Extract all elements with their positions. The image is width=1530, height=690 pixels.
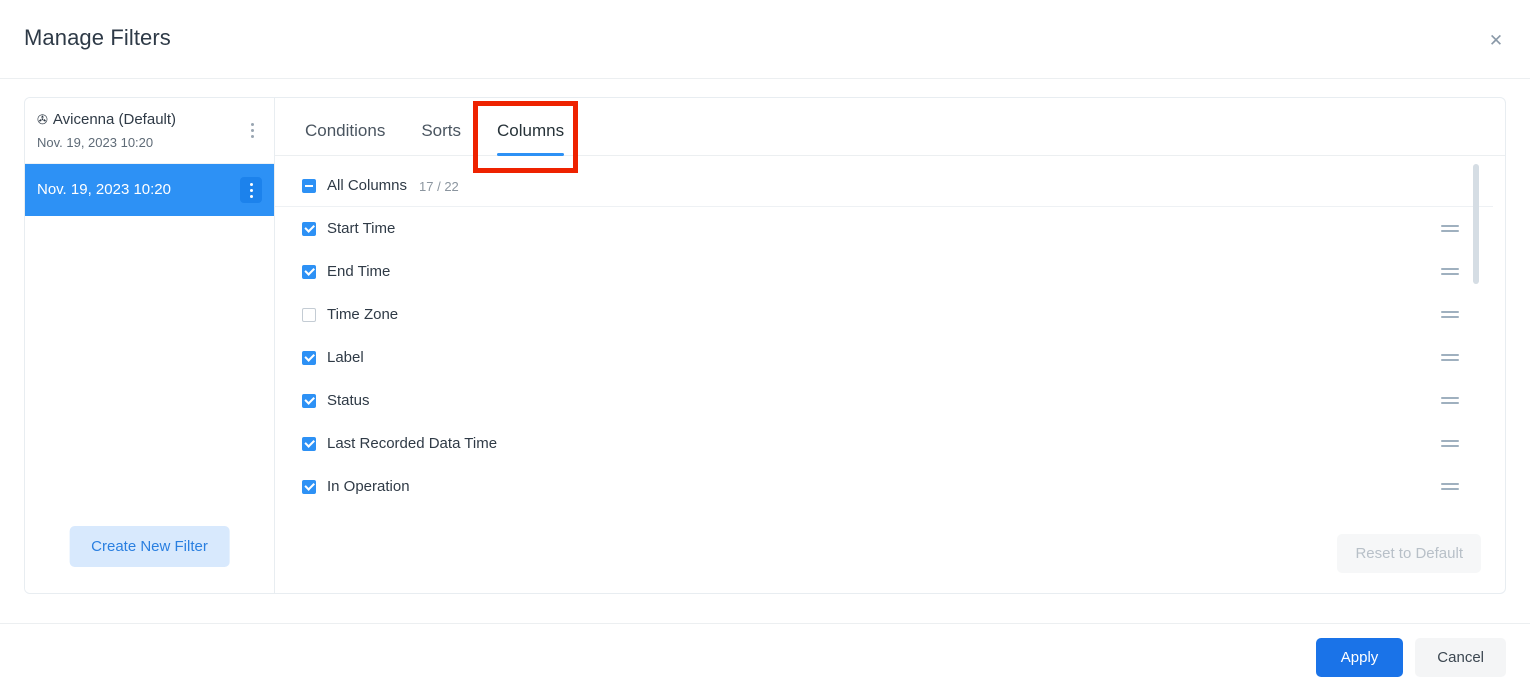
filters-content: Conditions Sorts Columns All Columns 17 … [275,98,1505,593]
column-label: Label [327,348,364,368]
filter-label: Avicenna (Default) [53,110,176,130]
cancel-button[interactable]: Cancel [1415,638,1506,677]
column-label: Time Zone [327,305,398,325]
column-row-status[interactable]: Status [275,379,1505,422]
column-row-in-operation[interactable]: In Operation [275,465,1505,508]
tab-sorts[interactable]: Sorts [403,121,479,155]
column-row-start-time[interactable]: Start Time [275,207,1505,250]
drag-handle-icon[interactable] [1441,267,1459,277]
checkbox-end-time[interactable] [302,265,316,279]
checkbox-start-time[interactable] [302,222,316,236]
pin-icon: ✇ [37,110,48,130]
dialog-footer: Apply Cancel [0,623,1530,690]
filters-panel: ✇ Avicenna (Default) Nov. 19, 2023 10:20… [24,97,1506,594]
scrollbar-thumb[interactable] [1473,164,1479,284]
filter-name-row: ✇ Avicenna (Default) [37,110,260,130]
drag-handle-icon[interactable] [1441,439,1459,449]
column-row-label[interactable]: Label [275,336,1505,379]
filters-sidebar: ✇ Avicenna (Default) Nov. 19, 2023 10:20… [25,98,275,593]
filter-timestamp: Nov. 19, 2023 10:20 [37,134,260,151]
tab-conditions[interactable]: Conditions [287,121,403,155]
list-scrollbar[interactable] [1473,164,1479,585]
column-label: Status [327,391,370,411]
drag-handle-icon[interactable] [1441,224,1459,234]
checkbox-in-operation[interactable] [302,480,316,494]
columns-list: All Columns 17 / 22 Start Time End Time [275,156,1505,593]
apply-button[interactable]: Apply [1316,638,1404,677]
all-columns-label: All Columns [327,176,407,196]
close-icon[interactable]: ✕ [1484,28,1508,52]
drag-handle-icon[interactable] [1441,353,1459,363]
all-columns-count: 17 / 22 [419,179,459,194]
reset-to-default-button[interactable]: Reset to Default [1337,534,1481,573]
all-columns-checkbox[interactable] [302,179,316,193]
checkbox-status[interactable] [302,394,316,408]
column-row-last-recorded-data-time[interactable]: Last Recorded Data Time [275,422,1505,465]
filter-list-item-selected[interactable]: Nov. 19, 2023 10:20 [25,164,274,216]
column-label: Last Recorded Data Time [327,434,497,454]
column-label: End Time [327,262,390,282]
filter-list-item-default[interactable]: ✇ Avicenna (Default) Nov. 19, 2023 10:20 [25,98,274,164]
kebab-menu-icon-selected[interactable] [240,177,262,203]
checkbox-label[interactable] [302,351,316,365]
drag-handle-icon[interactable] [1441,482,1459,492]
create-new-filter-button[interactable]: Create New Filter [69,526,230,567]
selected-filter-label: Nov. 19, 2023 10:20 [37,180,171,200]
column-label: Start Time [327,219,395,239]
tab-bar: Conditions Sorts Columns [275,98,1505,156]
column-row-time-zone[interactable]: Time Zone [275,293,1505,336]
checkbox-time-zone[interactable] [302,308,316,322]
manage-filters-dialog: Manage Filters ✕ ✇ Avicenna (Default) No… [0,0,1530,690]
checkbox-last-recorded-data-time[interactable] [302,437,316,451]
drag-handle-icon[interactable] [1441,396,1459,406]
column-label: In Operation [327,477,410,497]
drag-handle-icon[interactable] [1441,310,1459,320]
page-title: Manage Filters [24,25,171,51]
column-row-end-time[interactable]: End Time [275,250,1505,293]
dialog-header: Manage Filters ✕ [0,0,1530,79]
all-columns-row[interactable]: All Columns 17 / 22 [275,166,1505,206]
kebab-menu-icon-default[interactable] [242,119,262,143]
tab-columns[interactable]: Columns [479,121,582,155]
